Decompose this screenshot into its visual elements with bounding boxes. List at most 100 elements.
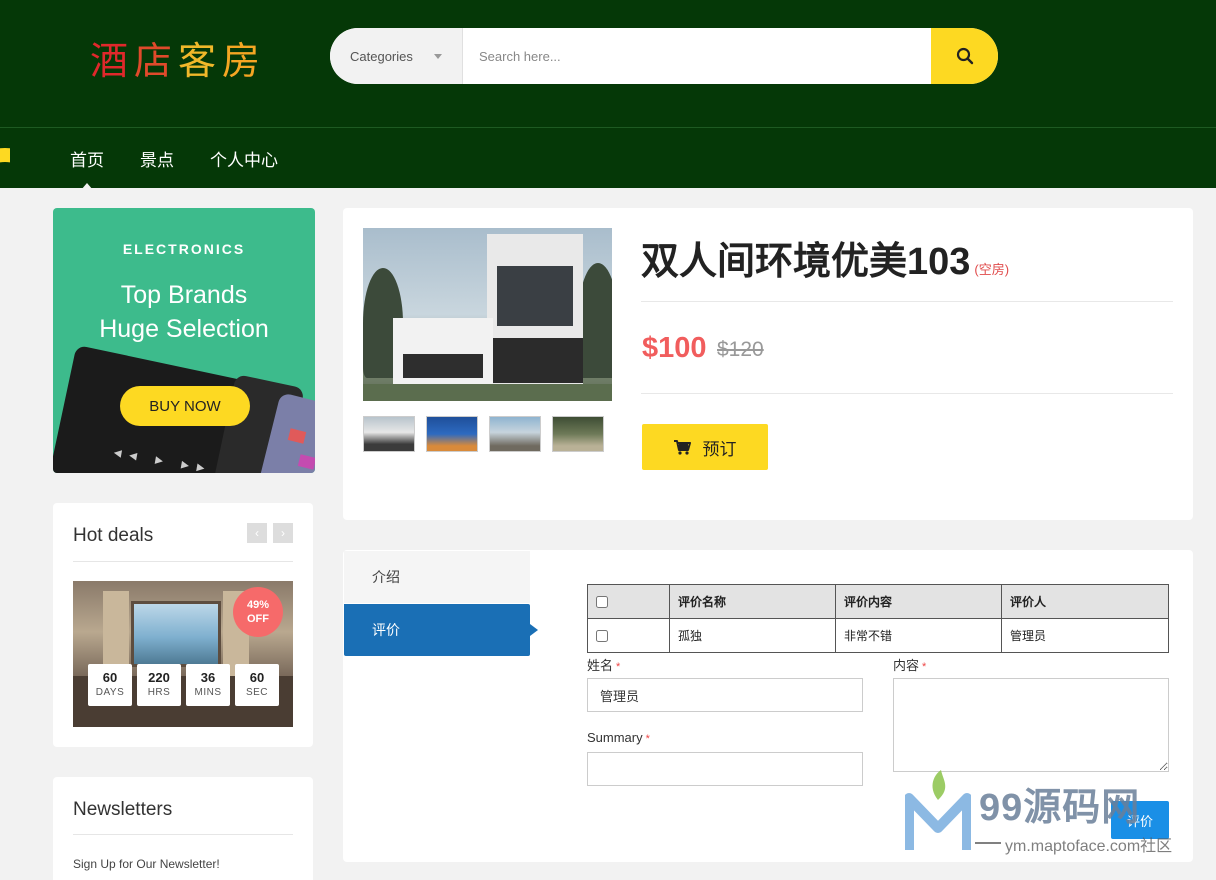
chevron-right-icon[interactable]: › (273, 523, 293, 543)
hot-deals-title: Hot deals (73, 525, 154, 546)
hot-deals-card: Hot deals ‹ › 49% OFF 60 DAYS 220 HRS 36 MI… (53, 503, 313, 747)
column-header[interactable]: 评价名称 (669, 584, 836, 619)
newsletter-card: Newsletters Sign Up for Our Newsletter! (53, 777, 313, 880)
window (131, 601, 221, 667)
summary-label-text: Summary (587, 730, 643, 745)
promo-category: ELECTRONICS (122, 241, 246, 257)
search-icon (956, 47, 973, 65)
discount-percent: 49% (246, 599, 270, 611)
house-window (497, 266, 573, 326)
countdown-value: 60 (249, 670, 265, 685)
table-cell: 管理员 (1001, 618, 1169, 653)
countdown-unit: DAYS (95, 687, 125, 698)
name-label: 姓名 * (587, 655, 620, 674)
select-all-checkbox[interactable] (596, 596, 608, 609)
tab-intro[interactable]: 介绍 (344, 551, 530, 603)
nav-item-profile[interactable]: 个人中心 (210, 146, 278, 171)
logo-char: 店 (134, 39, 179, 83)
site-logo[interactable]: 酒店客房 (90, 30, 266, 85)
table-row: 孤独 非常不错 管理员 (587, 618, 1169, 653)
countdown-minutes: 36 MINS (186, 664, 230, 706)
search-button[interactable] (931, 28, 998, 84)
book-button[interactable]: 预订 (642, 424, 768, 470)
countdown-unit: SEC (245, 687, 269, 698)
nav-item-attractions[interactable]: 景点 (140, 146, 174, 171)
caret-down-icon (434, 54, 442, 59)
newsletter-subtitle: Sign Up for Our Newsletter! (73, 857, 220, 871)
content-textarea[interactable] (893, 678, 1169, 772)
promo-banner[interactable]: ELECTRONICS Top Brands Huge Selection ◀◀… (53, 208, 315, 473)
name-label-text: 姓名 (587, 658, 614, 673)
details-card: 介绍 评价 评价名称 评价内容 评价人 孤独 非常不错 管理员 姓名* 内容* … (343, 550, 1193, 862)
summary-field[interactable] (587, 752, 863, 786)
countdown-days: 60 DAYS (88, 664, 132, 706)
category-select[interactable]: Categories (330, 28, 463, 84)
countdown-seconds: 60 SEC (235, 664, 279, 706)
countdown-value: 60 (102, 670, 118, 685)
tree (578, 263, 612, 378)
thumbnail[interactable] (552, 416, 604, 452)
product-main-image[interactable] (363, 228, 612, 401)
buy-now-button[interactable]: BUY NOW (120, 386, 250, 426)
column-header[interactable]: 评价人 (1001, 584, 1169, 619)
thumbnail[interactable] (363, 416, 415, 452)
countdown-timer: 60 DAYS 220 HRS 36 MINS 60 SEC (88, 664, 279, 706)
countdown-hours: 220 HRS (137, 664, 181, 706)
product-title: 双人间环境优美103 (空房) (641, 230, 1009, 285)
house-window (493, 338, 583, 383)
content-label-text: 内容 (893, 658, 920, 673)
product-name: 双人间环境优美103 (641, 241, 971, 283)
thumbnail[interactable] (489, 416, 541, 452)
required-mark: * (616, 661, 621, 673)
tab-review[interactable]: 评价 (344, 604, 538, 656)
product-card: 双人间环境优美103 (空房) $100 $120 预订 (343, 208, 1193, 520)
countdown-unit: MINS (194, 687, 222, 698)
reviews-table: 评价名称 评价内容 评价人 孤独 非常不错 管理员 (587, 584, 1169, 653)
nav-item-home[interactable]: 首页 (70, 146, 104, 190)
promo-line-1: Top Brands (120, 281, 248, 309)
logo-char: 酒 (90, 39, 135, 83)
summary-label: Summary * (587, 730, 650, 745)
countdown-value: 220 (148, 670, 170, 685)
newsletter-title: Newsletters (73, 799, 173, 820)
main-nav: 首页 景点 个人中心 (70, 128, 278, 190)
table-cell: 孤独 (669, 618, 836, 653)
search-input[interactable] (463, 28, 931, 84)
room-status: (空房) (974, 262, 1010, 277)
search-bar: Categories (330, 28, 998, 84)
table-header-row: 评价名称 评价内容 评价人 (587, 584, 1169, 619)
logo-char: 客 (178, 39, 223, 83)
book-button-label: 预订 (702, 439, 737, 459)
row-checkbox[interactable] (596, 630, 608, 643)
discount-badge: 49% OFF (233, 587, 283, 637)
promo-headline: Top Brands Huge Selection (53, 278, 315, 346)
lawn (363, 384, 612, 401)
thumbnail[interactable] (426, 416, 478, 452)
product-price: $100 (642, 332, 707, 364)
select-cell (587, 618, 670, 653)
discount-off: OFF (247, 613, 269, 625)
submit-review-button[interactable]: 评价 (1111, 801, 1169, 839)
divider (641, 393, 1173, 394)
required-mark: * (645, 733, 650, 745)
name-field[interactable] (587, 678, 863, 712)
promo-line-2: Huge Selection (99, 315, 269, 343)
decorative-curve (0, 148, 10, 188)
countdown-value: 36 (200, 670, 216, 685)
select-all-cell (587, 584, 670, 619)
product-thumbnails (363, 416, 604, 452)
house-window (403, 354, 483, 378)
hot-deals-arrows: ‹ › (247, 523, 293, 543)
divider (73, 561, 293, 562)
site-header: 酒店客房 Categories 首页 景点 个人中心 (0, 0, 1216, 190)
countdown-unit: HRS (147, 687, 171, 698)
divider (641, 301, 1173, 302)
content-label: 内容 * (893, 655, 926, 674)
logo-char: 房 (222, 39, 267, 83)
divider (73, 834, 293, 835)
deal-image[interactable]: 49% OFF 60 DAYS 220 HRS 36 MINS 60 SEC (73, 581, 293, 727)
category-select-label: Categories (350, 48, 413, 64)
chevron-left-icon[interactable]: ‹ (247, 523, 267, 543)
required-mark: * (922, 661, 927, 673)
column-header[interactable]: 评价内容 (835, 584, 1002, 619)
